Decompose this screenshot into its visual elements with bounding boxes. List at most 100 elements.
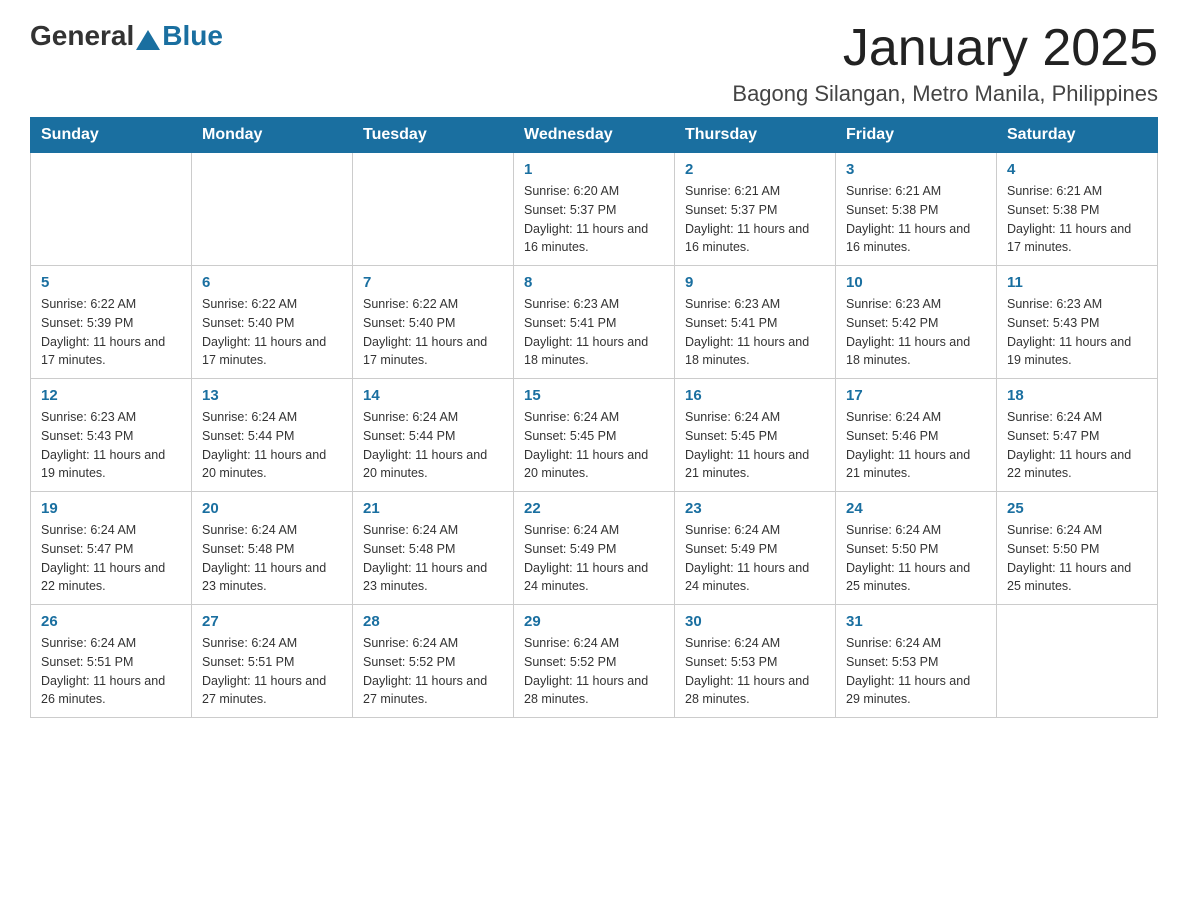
day-info: Sunrise: 6:24 AM Sunset: 5:52 PM Dayligh… xyxy=(363,634,503,709)
calendar-cell: 20 Sunrise: 6:24 AM Sunset: 5:48 PM Dayli… xyxy=(192,492,353,605)
day-info: Sunrise: 6:24 AM Sunset: 5:49 PM Dayligh… xyxy=(524,521,664,596)
day-info: Sunrise: 6:24 AM Sunset: 5:52 PM Dayligh… xyxy=(524,634,664,709)
calendar-cell: 2Sunrise: 6:21 AM Sunset: 5:37 PM Daylig… xyxy=(675,153,836,266)
day-number: 26 xyxy=(41,613,181,630)
day-info: Sunrise: 6:24 AM Sunset: 5:51 PM Dayligh… xyxy=(202,634,342,709)
day-info: Sunrise: 6:24 AM Sunset: 5:50 PM Dayligh… xyxy=(846,521,986,596)
day-info: Sunrise: 6:23 AM Sunset: 5:42 PM Dayligh… xyxy=(846,295,986,370)
day-info: Sunrise: 6:24 AM Sunset: 5:53 PM Dayligh… xyxy=(685,634,825,709)
day-number: 15 xyxy=(524,387,664,404)
calendar-cell: 5Sunrise: 6:22 AM Sunset: 5:39 PM Daylig… xyxy=(31,266,192,379)
day-number: 12 xyxy=(41,387,181,404)
logo: General Blue xyxy=(30,20,223,52)
day-number: 17 xyxy=(846,387,986,404)
calendar-cell: 22 Sunrise: 6:24 AM Sunset: 5:49 PM Dayli… xyxy=(514,492,675,605)
day-info: Sunrise: 6:21 AM Sunset: 5:37 PM Dayligh… xyxy=(685,182,825,257)
calendar-cell: 17 Sunrise: 6:24 AM Sunset: 5:46 PM Dayli… xyxy=(836,379,997,492)
day-number: 19 xyxy=(41,500,181,517)
calendar-cell: 14 Sunrise: 6:24 AM Sunset: 5:44 PM Dayli… xyxy=(353,379,514,492)
location-title: Bagong Silangan, Metro Manila, Philippin… xyxy=(732,81,1158,107)
calendar-cell: 9 Sunrise: 6:23 AM Sunset: 5:41 PM Daylig… xyxy=(675,266,836,379)
calendar-cell: 25 Sunrise: 6:24 AM Sunset: 5:50 PM Dayli… xyxy=(997,492,1158,605)
calendar-cell: 7Sunrise: 6:22 AM Sunset: 5:40 PM Daylig… xyxy=(353,266,514,379)
day-info: Sunrise: 6:20 AM Sunset: 5:37 PM Dayligh… xyxy=(524,182,664,257)
calendar-body: 1 Sunrise: 6:20 AM Sunset: 5:37 PM Daylig… xyxy=(31,153,1158,718)
day-info: Sunrise: 6:23 AM Sunset: 5:43 PM Dayligh… xyxy=(1007,295,1147,370)
title-area: January 2025 Bagong Silangan, Metro Mani… xyxy=(732,20,1158,107)
header-cell-thursday: Thursday xyxy=(675,118,836,153)
day-info: Sunrise: 6:24 AM Sunset: 5:50 PM Dayligh… xyxy=(1007,521,1147,596)
header-row: SundayMondayTuesdayWednesdayThursdayFrid… xyxy=(31,118,1158,153)
day-info: Sunrise: 6:24 AM Sunset: 5:44 PM Dayligh… xyxy=(363,408,503,483)
day-number: 28 xyxy=(363,613,503,630)
day-info: Sunrise: 6:24 AM Sunset: 5:44 PM Dayligh… xyxy=(202,408,342,483)
day-number: 24 xyxy=(846,500,986,517)
day-number: 23 xyxy=(685,500,825,517)
calendar-cell: 28 Sunrise: 6:24 AM Sunset: 5:52 PM Dayli… xyxy=(353,605,514,718)
week-row-4: 19Sunrise: 6:24 AM Sunset: 5:47 PM Dayli… xyxy=(31,492,1158,605)
calendar-cell: 24 Sunrise: 6:24 AM Sunset: 5:50 PM Dayli… xyxy=(836,492,997,605)
logo-general: General xyxy=(30,20,134,52)
day-info: Sunrise: 6:23 AM Sunset: 5:41 PM Dayligh… xyxy=(685,295,825,370)
week-row-3: 12Sunrise: 6:23 AM Sunset: 5:43 PM Dayli… xyxy=(31,379,1158,492)
day-number: 10 xyxy=(846,274,986,291)
day-info: Sunrise: 6:24 AM Sunset: 5:48 PM Dayligh… xyxy=(202,521,342,596)
header-cell-monday: Monday xyxy=(192,118,353,153)
day-number: 1 xyxy=(524,161,664,178)
calendar-cell: 19Sunrise: 6:24 AM Sunset: 5:47 PM Dayli… xyxy=(31,492,192,605)
day-info: Sunrise: 6:24 AM Sunset: 5:45 PM Dayligh… xyxy=(685,408,825,483)
header: General Blue January 2025 Bagong Silanga… xyxy=(30,20,1158,107)
day-info: Sunrise: 6:24 AM Sunset: 5:51 PM Dayligh… xyxy=(41,634,181,709)
day-info: Sunrise: 6:23 AM Sunset: 5:41 PM Dayligh… xyxy=(524,295,664,370)
calendar-cell: 27 Sunrise: 6:24 AM Sunset: 5:51 PM Dayli… xyxy=(192,605,353,718)
calendar-cell: 10 Sunrise: 6:23 AM Sunset: 5:42 PM Dayli… xyxy=(836,266,997,379)
day-info: Sunrise: 6:24 AM Sunset: 5:45 PM Dayligh… xyxy=(524,408,664,483)
day-number: 25 xyxy=(1007,500,1147,517)
logo-blue: Blue xyxy=(162,20,223,52)
calendar-cell: 29Sunrise: 6:24 AM Sunset: 5:52 PM Dayli… xyxy=(514,605,675,718)
day-number: 6 xyxy=(202,274,342,291)
calendar-cell: 23 Sunrise: 6:24 AM Sunset: 5:49 PM Dayli… xyxy=(675,492,836,605)
day-number: 3 xyxy=(846,161,986,178)
day-number: 11 xyxy=(1007,274,1147,291)
calendar-cell: 21Sunrise: 6:24 AM Sunset: 5:48 PM Dayli… xyxy=(353,492,514,605)
calendar-cell xyxy=(997,605,1158,718)
calendar-cell: 15 Sunrise: 6:24 AM Sunset: 5:45 PM Dayli… xyxy=(514,379,675,492)
calendar-cell: 4Sunrise: 6:21 AM Sunset: 5:38 PM Daylig… xyxy=(997,153,1158,266)
day-number: 22 xyxy=(524,500,664,517)
calendar-header: SundayMondayTuesdayWednesdayThursdayFrid… xyxy=(31,118,1158,153)
header-cell-sunday: Sunday xyxy=(31,118,192,153)
week-row-5: 26 Sunrise: 6:24 AM Sunset: 5:51 PM Dayli… xyxy=(31,605,1158,718)
day-info: Sunrise: 6:21 AM Sunset: 5:38 PM Dayligh… xyxy=(1007,182,1147,257)
header-cell-wednesday: Wednesday xyxy=(514,118,675,153)
logo-triangle-icon xyxy=(136,30,160,50)
calendar-cell: 3 Sunrise: 6:21 AM Sunset: 5:38 PM Daylig… xyxy=(836,153,997,266)
calendar-cell: 18 Sunrise: 6:24 AM Sunset: 5:47 PM Dayli… xyxy=(997,379,1158,492)
calendar-table: SundayMondayTuesdayWednesdayThursdayFrid… xyxy=(30,117,1158,718)
week-row-2: 5Sunrise: 6:22 AM Sunset: 5:39 PM Daylig… xyxy=(31,266,1158,379)
day-number: 20 xyxy=(202,500,342,517)
header-cell-tuesday: Tuesday xyxy=(353,118,514,153)
calendar-cell: 13 Sunrise: 6:24 AM Sunset: 5:44 PM Dayli… xyxy=(192,379,353,492)
day-number: 16 xyxy=(685,387,825,404)
calendar-cell xyxy=(192,153,353,266)
day-number: 31 xyxy=(846,613,986,630)
day-number: 27 xyxy=(202,613,342,630)
day-info: Sunrise: 6:22 AM Sunset: 5:40 PM Dayligh… xyxy=(363,295,503,370)
calendar-cell: 6 Sunrise: 6:22 AM Sunset: 5:40 PM Daylig… xyxy=(192,266,353,379)
day-info: Sunrise: 6:22 AM Sunset: 5:40 PM Dayligh… xyxy=(202,295,342,370)
day-info: Sunrise: 6:24 AM Sunset: 5:46 PM Dayligh… xyxy=(846,408,986,483)
day-info: Sunrise: 6:24 AM Sunset: 5:49 PM Dayligh… xyxy=(685,521,825,596)
day-info: Sunrise: 6:21 AM Sunset: 5:38 PM Dayligh… xyxy=(846,182,986,257)
day-number: 9 xyxy=(685,274,825,291)
header-cell-friday: Friday xyxy=(836,118,997,153)
day-info: Sunrise: 6:24 AM Sunset: 5:47 PM Dayligh… xyxy=(1007,408,1147,483)
logo-text: General Blue xyxy=(30,20,223,52)
day-info: Sunrise: 6:24 AM Sunset: 5:53 PM Dayligh… xyxy=(846,634,986,709)
day-number: 14 xyxy=(363,387,503,404)
calendar-cell: 26 Sunrise: 6:24 AM Sunset: 5:51 PM Dayli… xyxy=(31,605,192,718)
calendar-cell xyxy=(31,153,192,266)
day-number: 18 xyxy=(1007,387,1147,404)
calendar-cell: 12Sunrise: 6:23 AM Sunset: 5:43 PM Dayli… xyxy=(31,379,192,492)
day-number: 13 xyxy=(202,387,342,404)
